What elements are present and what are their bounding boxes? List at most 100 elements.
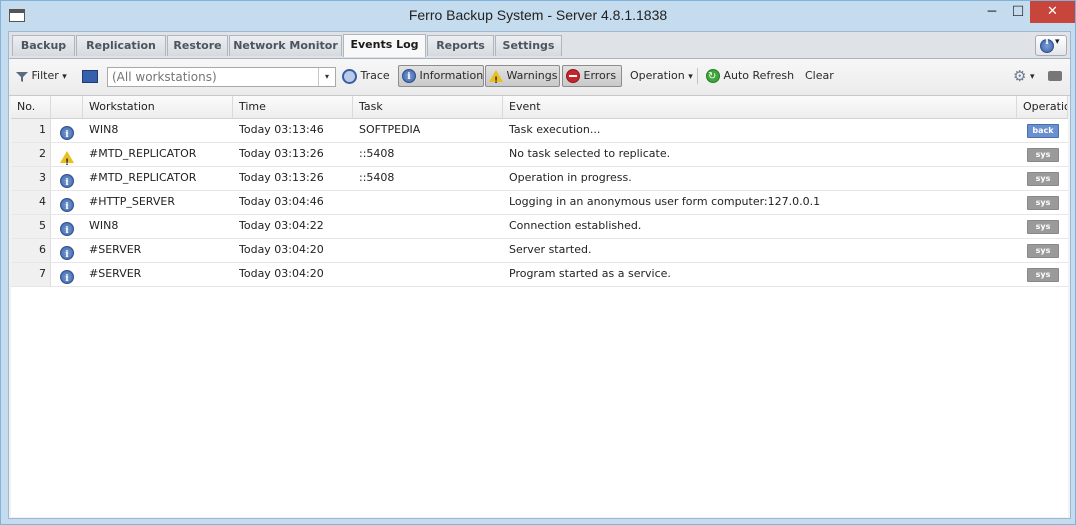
errors-label: Errors — [583, 69, 617, 82]
operation-cell: sys — [1017, 191, 1068, 214]
filter-label: Filter — [31, 69, 59, 82]
info-icon — [60, 172, 74, 190]
trace-icon — [342, 68, 357, 84]
operation-cell: sys — [1017, 167, 1068, 190]
info-icon — [402, 67, 416, 87]
filter-button[interactable]: Filter ▾ — [16, 66, 67, 86]
filter-icon — [16, 70, 28, 82]
task-cell — [353, 263, 503, 286]
table-row[interactable]: 3 #MTD_REPLICATOR Today 03:13:26::5408 Oper… — [11, 167, 1068, 191]
auto-refresh-toggle[interactable]: Auto Refresh — [706, 66, 795, 87]
help-icon — [1040, 37, 1054, 53]
task-cell — [353, 191, 503, 214]
event-cell: Program started as a service. — [509, 267, 671, 280]
operation-dropdown[interactable]: Operation ▾ — [630, 66, 693, 86]
warning-icon — [60, 150, 74, 166]
event-cell: Connection established. — [509, 219, 642, 232]
time-cell: Today 03:13:46 — [239, 123, 324, 136]
workstation-picker-button[interactable] — [82, 66, 98, 86]
column-header-event[interactable]: Event — [503, 96, 1017, 118]
workstation-select[interactable]: ▾ — [107, 67, 336, 87]
column-header-operation[interactable]: Operation — [1017, 96, 1068, 118]
table-row[interactable]: 6 #SERVER Today 03:04:20 Server started. sys — [11, 239, 1068, 263]
tab-backup[interactable]: Backup — [12, 35, 75, 56]
warnings-toggle[interactable]: Warnings — [485, 65, 560, 91]
tab-network-monitor[interactable]: Network Monitor — [229, 35, 342, 56]
app-window: Ferro Backup System - Server 4.8.1.1838 … — [0, 0, 1076, 525]
chevron-down-icon: ▾ — [1055, 37, 1060, 47]
table-row[interactable]: 1 WIN8 Today 03:13:46 SOFTPEDIA Task executi… — [11, 119, 1068, 143]
chevron-down-icon: ▾ — [688, 72, 693, 82]
information-toggle[interactable]: Information — [398, 65, 484, 87]
tab-reports[interactable]: Reports — [427, 35, 494, 56]
operation-badge: sys — [1027, 172, 1059, 186]
workstation-cell: WIN8 — [89, 219, 119, 232]
workstation-cell: WIN8 — [89, 123, 119, 136]
info-icon — [60, 124, 74, 142]
time-cell: Today 03:04:20 — [239, 243, 324, 256]
operation-badge: sys — [1027, 196, 1059, 210]
chevron-down-icon[interactable]: ▾ — [318, 68, 335, 86]
column-header-no[interactable]: No. — [11, 96, 51, 118]
task-cell: ::5408 — [359, 147, 395, 160]
tab-replication[interactable]: Replication — [76, 35, 166, 56]
trace-toggle[interactable]: Trace — [342, 66, 390, 86]
tab-events-log[interactable]: Events Log — [343, 34, 426, 57]
table-row[interactable]: 4 #HTTP_SERVER Today 03:04:46 Logging in an… — [11, 191, 1068, 215]
table-row[interactable]: 5 WIN8 Today 03:04:22 Connection establishe… — [11, 215, 1068, 239]
information-label: Information — [419, 69, 484, 82]
time-cell: Today 03:04:22 — [239, 219, 324, 232]
task-cell: SOFTPEDIA — [359, 123, 421, 136]
toolbar-separator — [697, 68, 698, 84]
maximize-button[interactable]: ☐ — [1005, 1, 1031, 23]
settings-menu-button[interactable]: ⚙ ▾ — [1013, 66, 1034, 86]
table-header: No. Workstation Time Task Event Operatio… — [11, 96, 1068, 119]
row-type-cell — [51, 215, 83, 238]
table-row[interactable]: 7 #SERVER Today 03:04:20 Program started as… — [11, 263, 1068, 287]
row-number: 4 — [11, 191, 51, 214]
time-cell: Today 03:13:26 — [239, 147, 324, 160]
info-icon — [60, 196, 74, 214]
event-cell: No task selected to replicate. — [509, 147, 671, 160]
toolbar: Filter ▾ ▾ Trace Information — [9, 59, 1070, 96]
workstation-cell: #MTD_REPLICATOR — [89, 171, 197, 184]
workstation-input[interactable] — [110, 68, 319, 86]
close-button[interactable]: ✕ — [1030, 1, 1075, 23]
row-number: 5 — [11, 215, 51, 238]
table-row[interactable]: 2 #MTD_REPLICATOR Today 03:13:26::5408 No t… — [11, 143, 1068, 167]
gear-icon: ⚙ — [1013, 67, 1027, 85]
column-header-workstation[interactable]: Workstation — [83, 96, 233, 118]
events-table: No. Workstation Time Task Event Operatio… — [11, 96, 1068, 517]
operation-badge: sys — [1027, 220, 1059, 234]
row-number: 1 — [11, 119, 51, 142]
workstation-cell: #SERVER — [89, 243, 142, 256]
task-cell — [353, 239, 503, 262]
clear-button[interactable]: Clear — [805, 66, 834, 86]
title-bar[interactable]: Ferro Backup System - Server 4.8.1.1838 … — [1, 1, 1075, 31]
operation-cell: sys — [1017, 215, 1068, 238]
info-icon — [60, 244, 74, 262]
row-type-cell — [51, 239, 83, 262]
row-number: 7 — [11, 263, 51, 286]
workstation-cell: #SERVER — [89, 267, 142, 280]
help-menu-button[interactable]: ▾ — [1035, 35, 1067, 56]
warning-icon — [489, 70, 503, 91]
row-number: 2 — [11, 143, 51, 166]
print-icon — [1048, 71, 1062, 81]
info-icon — [60, 220, 74, 238]
auto-refresh-label: Auto Refresh — [723, 69, 795, 82]
chevron-down-icon: ▾ — [1029, 72, 1035, 82]
column-header-time[interactable]: Time — [233, 96, 353, 118]
minimize-button[interactable]: ─ — [979, 1, 1005, 23]
info-icon — [60, 268, 74, 286]
tab-restore[interactable]: Restore — [167, 35, 228, 56]
tab-settings[interactable]: Settings — [495, 35, 562, 56]
print-button[interactable] — [1048, 66, 1062, 86]
window-title: Ferro Backup System - Server 4.8.1.1838 — [408, 7, 668, 23]
column-header-task[interactable]: Task — [353, 96, 503, 118]
errors-toggle[interactable]: Errors — [562, 65, 622, 87]
column-header-type[interactable] — [51, 96, 83, 118]
chevron-down-icon: ▾ — [62, 72, 67, 82]
refresh-icon — [706, 67, 720, 87]
row-type-cell — [51, 119, 83, 142]
